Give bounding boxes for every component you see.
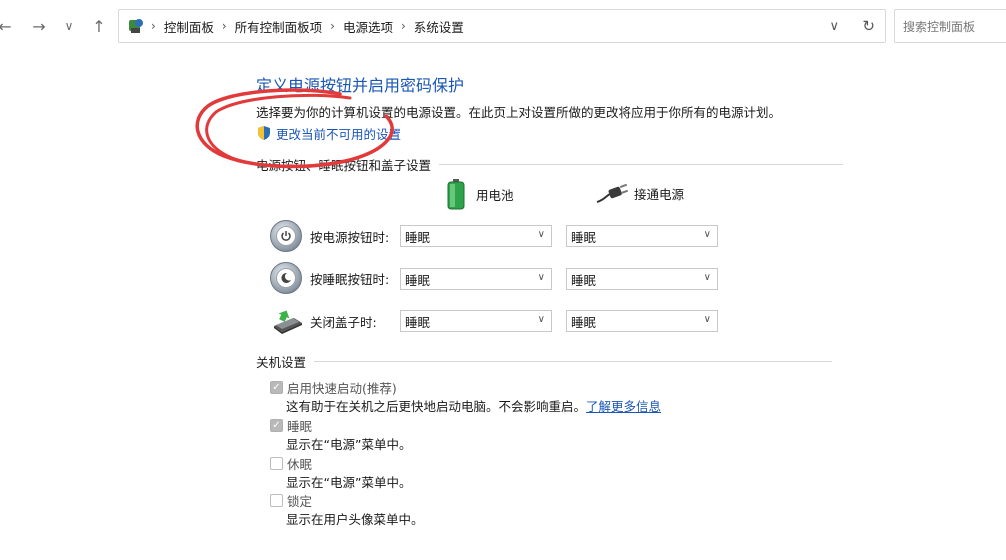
section-divider xyxy=(314,361,833,362)
page-description: 选择要为你的计算机设置的电源设置。在此页上对设置所做的更改将应用于你所有的电源计… xyxy=(256,105,782,120)
chevron-down-icon: ∨ xyxy=(703,229,711,240)
sleep-button-row: 按睡眠按钮时: xyxy=(270,261,389,295)
up-arrow-icon[interactable]: ↑ xyxy=(88,14,110,38)
recent-locations-chevron-icon[interactable]: ∨ xyxy=(58,14,80,38)
sleep-checkbox[interactable]: ✓ xyxy=(270,419,283,432)
hibernate-checkbox[interactable] xyxy=(270,457,283,470)
lid-close-row: 关闭盖子时: xyxy=(270,304,377,338)
plugged-in-column-label: 接通电源 xyxy=(634,186,685,202)
lid-close-plugged-select[interactable]: 睡眠 ∨ xyxy=(566,310,718,332)
lock-checkbox[interactable] xyxy=(270,494,283,507)
breadcrumb-separator-icon: › xyxy=(400,19,406,33)
power-button-plugged-select[interactable]: 睡眠 ∨ xyxy=(566,225,718,247)
refresh-icon[interactable]: ↻ xyxy=(862,10,875,42)
select-value: 睡眠 xyxy=(571,229,597,245)
control-panel-icon xyxy=(127,17,145,35)
sleep-button-battery-select[interactable]: 睡眠 ∨ xyxy=(400,268,552,290)
sleep-button-label: 按睡眠按钮时: xyxy=(310,271,390,287)
sleep-label: 睡眠 xyxy=(287,419,313,434)
section-divider xyxy=(439,164,844,165)
fast-startup-desc-text: 这有助于在关机之后更快地启动电脑。不会影响重启。 xyxy=(286,399,587,414)
back-arrow-icon[interactable]: ← xyxy=(0,14,16,38)
uac-shield-icon xyxy=(256,125,272,141)
page-title: 定义电源按钮并启用密码保护 xyxy=(256,76,465,95)
search-input[interactable]: 搜索控制面板 xyxy=(894,9,1006,43)
hibernate-description: 显示在“电源”菜单中。 xyxy=(286,475,412,490)
power-button-row: 按电源按钮时: xyxy=(270,219,389,253)
breadcrumb-control-panel[interactable]: 控制面板 xyxy=(164,17,214,36)
plugged-in-column-header: 接通电源 xyxy=(596,182,684,204)
navigation-bar: ← → ∨ ↑ › 控制面板 › 所有控制面板项 › 电源选项 › 系统设置 ∨… xyxy=(0,0,1006,52)
address-bar[interactable]: › 控制面板 › 所有控制面板项 › 电源选项 › 系统设置 ∨ ↻ xyxy=(118,9,886,43)
laptop-lid-icon xyxy=(270,306,304,336)
breadcrumb-all-items[interactable]: 所有控制面板项 xyxy=(235,17,323,36)
breadcrumb-system-settings[interactable]: 系统设置 xyxy=(414,17,464,36)
power-buttons-section-heading: 电源按钮、睡眠按钮和盖子设置 xyxy=(256,155,844,174)
power-button-icon xyxy=(270,220,302,252)
chevron-down-icon: ∨ xyxy=(537,314,545,325)
lid-close-battery-select[interactable]: 睡眠 ∨ xyxy=(400,310,552,332)
breadcrumb-separator-icon: › xyxy=(221,19,227,33)
select-value: 睡眠 xyxy=(405,272,431,288)
chevron-down-icon: ∨ xyxy=(537,272,545,283)
select-value: 睡眠 xyxy=(571,272,597,288)
battery-column-label: 用电池 xyxy=(476,187,514,203)
breadcrumb-separator-icon: › xyxy=(151,19,156,33)
shutdown-section-heading: 关机设置 xyxy=(256,352,833,371)
battery-column-header: 用电池 xyxy=(446,178,514,210)
forward-arrow-icon[interactable]: → xyxy=(28,14,50,38)
sleep-button-plugged-select[interactable]: 睡眠 ∨ xyxy=(566,268,718,290)
power-plug-icon xyxy=(596,182,629,204)
hibernate-option[interactable]: 休眠 xyxy=(270,454,312,473)
learn-more-link[interactable]: 了解更多信息 xyxy=(586,399,661,414)
sleep-option[interactable]: ✓ 睡眠 xyxy=(270,416,312,435)
change-link-label[interactable]: 更改当前不可用的设置 xyxy=(276,124,401,143)
sleep-button-icon xyxy=(270,262,302,294)
chevron-down-icon: ∨ xyxy=(703,272,711,283)
change-unavailable-settings-link[interactable]: 更改当前不可用的设置 xyxy=(256,124,401,142)
select-value: 睡眠 xyxy=(571,314,597,330)
select-value: 睡眠 xyxy=(405,229,431,245)
fast-startup-description: 这有助于在关机之后更快地启动电脑。不会影响重启。了解更多信息 xyxy=(286,396,661,415)
section-heading-label: 电源按钮、睡眠按钮和盖子设置 xyxy=(256,158,432,173)
sleep-description: 显示在“电源”菜单中。 xyxy=(286,437,412,452)
select-value: 睡眠 xyxy=(405,314,431,330)
chevron-down-icon: ∨ xyxy=(537,229,545,240)
fast-startup-checkbox[interactable]: ✓ xyxy=(270,381,283,394)
hibernate-label: 休眠 xyxy=(287,457,313,472)
breadcrumb-separator-icon: › xyxy=(330,19,335,33)
fast-startup-label: 启用快速启动(推荐) xyxy=(287,381,397,396)
section-heading-label: 关机设置 xyxy=(256,355,307,370)
breadcrumb-power-options[interactable]: 电源选项 xyxy=(343,17,393,36)
lock-description: 显示在用户头像菜单中。 xyxy=(286,512,424,527)
battery-icon xyxy=(446,178,466,210)
address-dropdown-chevron-icon[interactable]: ∨ xyxy=(829,10,839,42)
lock-option[interactable]: 锁定 xyxy=(270,491,312,510)
lock-label: 锁定 xyxy=(287,494,313,509)
power-button-battery-select[interactable]: 睡眠 ∨ xyxy=(400,225,552,247)
power-button-label: 按电源按钮时: xyxy=(310,229,390,245)
search-placeholder: 搜索控制面板 xyxy=(903,19,976,34)
lid-close-label: 关闭盖子时: xyxy=(310,314,377,330)
fast-startup-option[interactable]: ✓ 启用快速启动(推荐) xyxy=(270,378,397,397)
breadcrumb: › 控制面板 › 所有控制面板项 › 电源选项 › 系统设置 xyxy=(127,10,464,42)
chevron-down-icon: ∨ xyxy=(703,314,711,325)
